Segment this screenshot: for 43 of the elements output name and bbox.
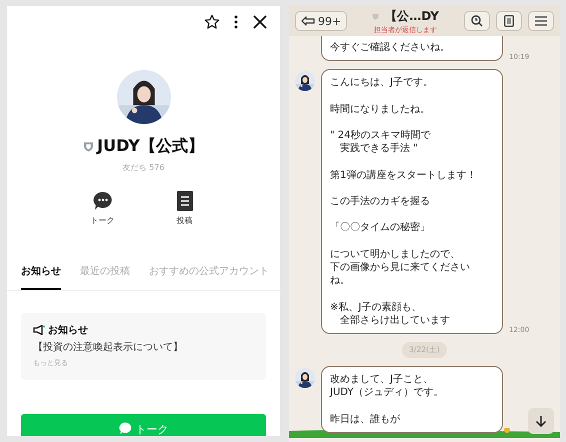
shield-icon (372, 12, 380, 20)
posts-button[interactable]: 投稿 (170, 191, 200, 226)
message-line: 第1弾の講座をスタートします！ (330, 168, 476, 182)
talk-button[interactable]: トーク (88, 191, 118, 226)
message-line: 昨日は、誰もが (330, 412, 400, 426)
menu-icon (535, 16, 547, 26)
message-line: ※私、J子の素顔も、 (330, 300, 422, 314)
chat-bubble-icon (118, 422, 132, 435)
close-icon[interactable] (252, 14, 268, 30)
message-line: この手法のカギを握る (330, 194, 430, 208)
message-line: ね。 (330, 274, 350, 288)
message-line: 実践できる手法 " (339, 142, 418, 156)
back-button[interactable]: 99+ (295, 11, 348, 31)
message-line: こんにちは、J子です。 (330, 76, 433, 90)
chat-title: 【公…DY (385, 8, 439, 24)
note-icon (504, 15, 514, 27)
notice-title: お知らせ (48, 324, 88, 337)
search-icon (471, 15, 483, 27)
star-icon[interactable] (204, 14, 220, 30)
message-line: JUDY（ジュディ）です。 (330, 386, 444, 400)
message-line: " 24秒のスキマ時間で (330, 128, 431, 142)
down-arrow-icon (535, 415, 547, 427)
message-line: 下の画像から見に来てください (330, 260, 470, 274)
message-line: 今すぐご確認くださいね。 (330, 41, 450, 54)
message-line: 「〇〇タイムの秘密」 (330, 221, 430, 235)
search-button[interactable] (464, 11, 490, 31)
document-icon (176, 191, 192, 211)
shield-icon (83, 141, 94, 152)
message-line: 全部さらけ出しています (339, 314, 450, 327)
notes-button[interactable] (496, 11, 522, 31)
chat-bubble-icon (92, 191, 112, 211)
back-arrow-icon (301, 16, 315, 26)
tab[interactable]: お知らせ (21, 264, 61, 290)
account-name: JUDY【公式】 (97, 136, 204, 157)
message-line: 改めまして、J子こと、 (330, 372, 433, 386)
message-line: 時間になりましたね。 (330, 102, 430, 116)
megaphone-icon (33, 325, 45, 335)
notice-text: 【投資の注意喚起表示について】 (33, 340, 184, 354)
menu-button[interactable] (528, 11, 554, 31)
scroll-down-button[interactable] (528, 408, 554, 434)
friend-count: 友だち 576 (122, 162, 166, 173)
message-line: について明かしましたので、 (330, 248, 460, 261)
more-icon[interactable] (234, 14, 238, 30)
